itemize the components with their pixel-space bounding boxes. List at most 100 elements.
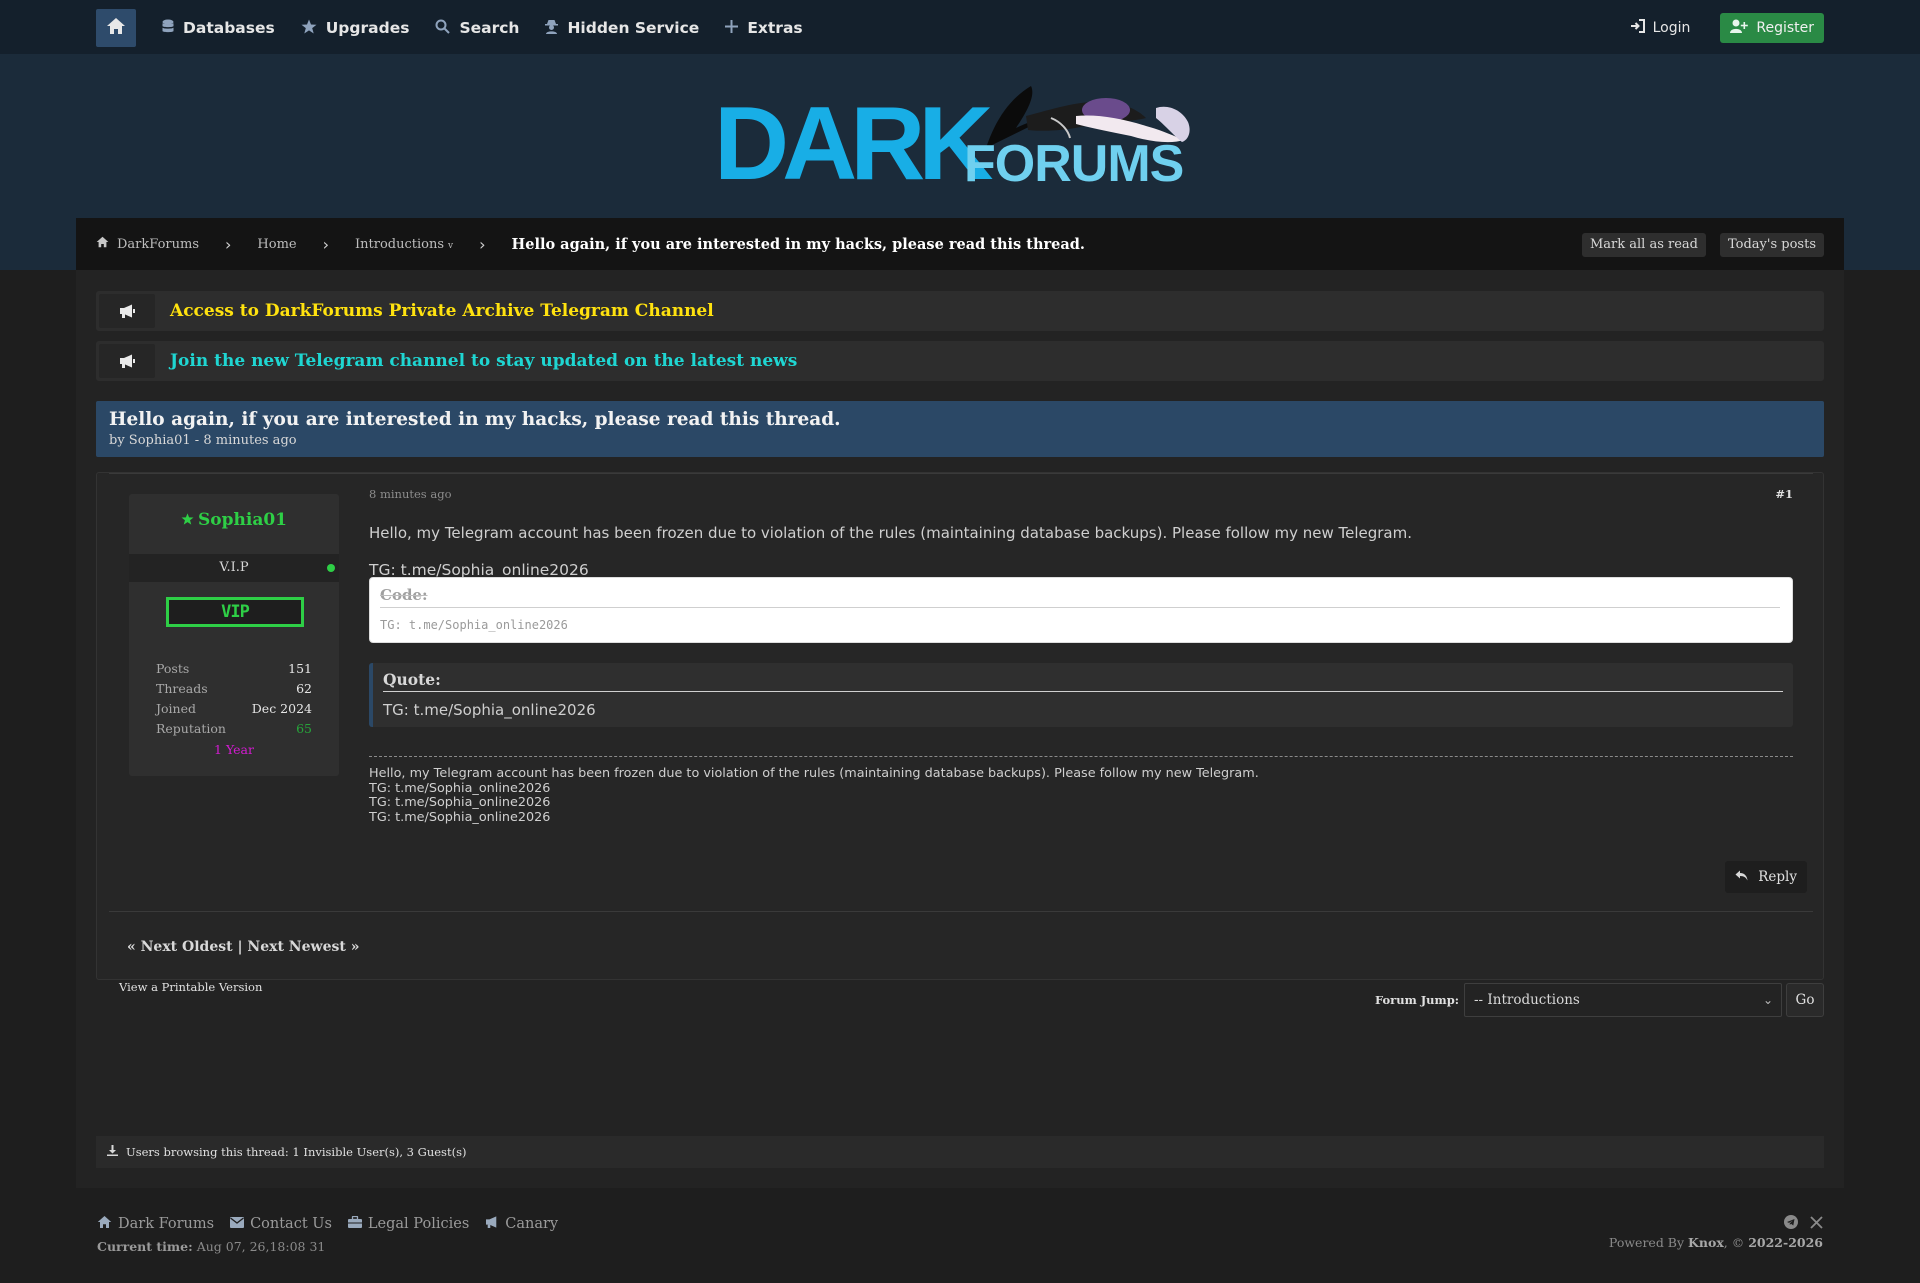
reply-label: Reply — [1758, 869, 1797, 885]
stat-value: 62 — [296, 681, 312, 696]
announcement-telegram[interactable]: Join the new Telegram channel to stay up… — [96, 341, 1824, 381]
chevron-right-icon: › — [322, 234, 329, 254]
breadcrumb-root-label: DarkForums — [117, 236, 199, 252]
reply-button[interactable]: Reply — [1725, 861, 1807, 893]
thread-title: Hello again, if you are interested in my… — [109, 409, 841, 430]
footer-link-canary[interactable]: Canary — [485, 1216, 558, 1232]
announcement-archive-text[interactable]: Access to DarkForums Private Archive Tel… — [170, 301, 714, 321]
stat-label: Posts — [156, 661, 190, 676]
nav-databases[interactable]: Databases — [162, 19, 275, 38]
telegram-icon[interactable] — [1784, 1215, 1798, 1229]
sign-in-icon — [1630, 19, 1653, 37]
nav-upgrades[interactable]: Upgrades — [301, 19, 410, 38]
nav-databases-label: Databases — [183, 19, 275, 37]
code-block-title: Code: — [380, 586, 1780, 608]
breadcrumb: DarkForums › Home › Introductions v › He… — [76, 218, 1844, 270]
breadcrumb-root[interactable]: DarkForums — [96, 236, 199, 252]
author-profile-card: Sophia01 V.I.P VIP Posts 151 Threads 62 Jo… — [129, 494, 339, 776]
thread-meta: by Sophia01 - 8 minutes ago — [109, 433, 297, 449]
home-button[interactable] — [96, 9, 136, 47]
stat-threads: Threads 62 — [156, 681, 312, 701]
briefcase-icon — [347, 1215, 368, 1232]
stat-label: Reputation — [156, 721, 226, 736]
signature: Hello, my Telegram account has been froz… — [369, 766, 1259, 826]
stat-reputation: Reputation 65 — [156, 721, 312, 741]
announcement-telegram-text[interactable]: Join the new Telegram channel to stay up… — [170, 351, 797, 371]
author-rank: V.I.P — [129, 554, 339, 582]
breadcrumb-section-label: Introductions — [355, 236, 445, 252]
nav-search-label: Search — [459, 19, 520, 37]
post-body-text: Hello, my Telegram account has been froz… — [369, 524, 1412, 542]
code-block-body: TG: t.me/Sophia_online2026 — [380, 618, 568, 632]
stat-label: Threads — [156, 681, 208, 696]
x-icon[interactable] — [1810, 1215, 1823, 1229]
signature-line: Hello, my Telegram account has been froz… — [369, 766, 1259, 781]
printable-version-link[interactable]: View a Printable Version — [119, 980, 262, 994]
quote-block-title: Quote: — [383, 670, 1783, 692]
stat-label: Joined — [156, 701, 196, 716]
footer-link-dark-forums[interactable]: Dark Forums — [97, 1215, 214, 1233]
footer: Dark Forums Contact Us Legal Policies Ca… — [97, 1215, 1823, 1254]
forum-jump-go-button[interactable]: Go — [1786, 983, 1824, 1017]
login-link[interactable]: Login — [1630, 19, 1690, 37]
logo-forums-text: FORUMS — [964, 135, 1184, 193]
footer-link-label: Dark Forums — [118, 1216, 215, 1232]
home-icon — [96, 236, 117, 252]
thread-pagination-links[interactable]: « Next Oldest | Next Newest » — [127, 939, 359, 955]
membership-tenure: 1 Year — [214, 742, 254, 757]
nav-hidden-service[interactable]: Hidden Service — [545, 19, 699, 38]
footer-link-label: Legal Policies — [367, 1216, 470, 1232]
code-block: Code: TG: t.me/Sophia_online2026 — [369, 577, 1793, 643]
download-icon — [107, 1145, 126, 1159]
breadcrumb-section[interactable]: Introductions v — [355, 237, 453, 252]
signature-divider — [369, 756, 1793, 757]
main-container: DarkForums › Home › Introductions v › He… — [76, 218, 1844, 1188]
footer-link-contact-us[interactable]: Contact Us — [230, 1216, 332, 1232]
author-stats: Posts 151 Threads 62 Joined Dec 2024 Reputa… — [156, 661, 312, 757]
stat-posts: Posts 151 — [156, 661, 312, 681]
social-links — [1609, 1215, 1823, 1229]
quote-block-body: TG: t.me/Sophia_online2026 — [383, 701, 596, 719]
powered-by-prefix: Powered By — [1608, 1235, 1685, 1250]
post-number-link[interactable]: #1 — [1775, 487, 1793, 501]
author-rank-label: V.I.P — [219, 560, 249, 575]
nav-extras[interactable]: Extras — [725, 19, 803, 37]
nav-upgrades-label: Upgrades — [325, 19, 410, 37]
powered-by: Powered By Knox, © 2022-2026 — [1609, 1235, 1823, 1250]
author-username[interactable]: Sophia01 — [129, 510, 339, 530]
chevron-right-icon: › — [225, 234, 232, 254]
signature-line: TG: t.me/Sophia_online2026 — [369, 810, 551, 826]
users-browsing-bar: Users browsing this thread: 1 Invisible … — [96, 1136, 1824, 1168]
forum-jump-select[interactable]: -- Introductions ⌄ — [1464, 983, 1782, 1017]
powered-by-name[interactable]: Knox — [1688, 1235, 1724, 1250]
top-navbar: Databases Upgrades Search Hidden Service… — [0, 0, 1920, 54]
todays-posts-button[interactable]: Today's posts — [1720, 233, 1824, 257]
site-logo[interactable]: DARK FORUMS — [714, 78, 1204, 196]
current-time-label: Current time: — [97, 1239, 193, 1254]
footer-link-label: Canary — [505, 1216, 559, 1232]
breadcrumb-home[interactable]: Home — [257, 237, 296, 252]
register-button[interactable]: Register — [1720, 13, 1824, 43]
nav-hidden-service-label: Hidden Service — [567, 19, 700, 37]
footer-link-legal-policies[interactable]: Legal Policies — [347, 1215, 470, 1232]
stat-value[interactable]: 65 — [296, 721, 312, 741]
star-icon — [301, 19, 326, 38]
signature-line: TG: t.me/Sophia_online2026 — [369, 780, 551, 796]
quote-block: Quote: TG: t.me/Sophia_online2026 — [369, 663, 1793, 727]
database-icon — [162, 19, 183, 38]
megaphone-icon — [485, 1216, 505, 1232]
signature-line: TG: t.me/Sophia_online2026 — [369, 795, 551, 811]
mark-all-read-button[interactable]: Mark all as read — [1581, 233, 1706, 257]
chevron-down-icon: ⌄ — [1762, 993, 1773, 1007]
stat-value: Dec 2024 — [251, 701, 312, 716]
forum-jump-label: Forum Jump: — [1374, 993, 1459, 1007]
reply-icon — [1735, 869, 1758, 885]
nav-extras-label: Extras — [747, 19, 803, 37]
author-username-label: Sophia01 — [198, 510, 287, 530]
chevron-right-icon: › — [479, 234, 486, 254]
dropdown-caret-icon[interactable]: v — [448, 241, 453, 251]
home-icon — [97, 1215, 118, 1233]
nav-search[interactable]: Search — [435, 19, 519, 38]
user-plus-icon — [1730, 19, 1756, 37]
announcement-archive[interactable]: Access to DarkForums Private Archive Tel… — [96, 291, 1824, 331]
